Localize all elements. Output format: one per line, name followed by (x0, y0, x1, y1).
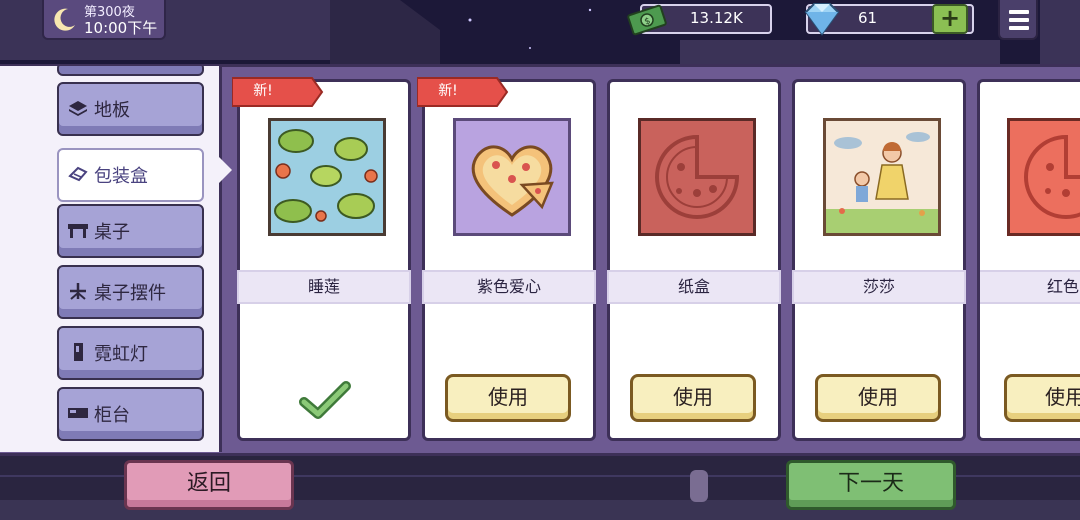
table-icon (68, 224, 88, 238)
item-name: 睡莲 (237, 270, 411, 304)
cash-icon: $ (627, 4, 667, 36)
menu-icon (1009, 18, 1029, 22)
item-card-paper-box[interactable]: 纸盒 使用 (607, 79, 781, 441)
item-name: 紫色爱心 (422, 270, 596, 304)
next-day-button[interactable]: 下一天 (786, 460, 956, 510)
category-label: 霓虹灯 (94, 344, 148, 365)
use-button[interactable]: 使用 (1004, 374, 1080, 422)
moon-icon (54, 8, 75, 31)
category-box[interactable]: 包装盒 (57, 148, 204, 202)
use-button[interactable]: 使用 (445, 374, 571, 422)
category-label: 包装盒 (94, 166, 148, 187)
purple-heart-box-thumbnail (453, 118, 571, 236)
item-card-lotus[interactable]: 新! 睡莲 (232, 77, 411, 441)
menu-button[interactable] (998, 0, 1038, 40)
item-name: 红色 (980, 270, 1080, 304)
check-icon (299, 381, 351, 419)
category-label: 地板 (94, 100, 130, 121)
neon-light-icon (74, 343, 83, 361)
floor-icon (69, 101, 87, 116)
use-button[interactable]: 使用 (815, 374, 941, 422)
category-floor[interactable]: 地板 (57, 82, 204, 136)
category-label: 桌子摆件 (94, 283, 166, 304)
diamond-icon (804, 3, 840, 36)
pizza-outline-icon (641, 121, 753, 233)
shasha-box-thumbnail (823, 118, 941, 236)
family-drawing-icon (826, 121, 938, 233)
category-sidebar: 地板 包装盒 桌子 桌子摆件 霓虹灯 柜台 (0, 66, 222, 452)
category-counter[interactable]: 柜台 (57, 387, 204, 441)
lotus-icon (271, 121, 383, 233)
new-badge: 新! (253, 83, 273, 99)
item-card-red[interactable]: 红色 使用 (977, 79, 1080, 441)
pizza-outline-icon (1010, 121, 1080, 233)
category-label: 柜台 (94, 405, 130, 426)
box-icon (68, 166, 88, 182)
category-label: 桌子 (94, 222, 130, 243)
menu-icon (1009, 26, 1029, 30)
paper-box-thumbnail (638, 118, 756, 236)
category-neon-light[interactable]: 霓虹灯 (57, 326, 204, 380)
back-button[interactable]: 返回 (124, 460, 294, 510)
item-name: 莎莎 (792, 270, 966, 304)
clock-time: 10:00下午 (84, 19, 158, 37)
counter-icon (68, 408, 88, 418)
cash-amount: 13.12K (690, 9, 743, 27)
category-table-ornament[interactable]: 桌子摆件 (57, 265, 204, 319)
category-table[interactable]: 桌子 (57, 204, 204, 258)
day-time-panel: 第300夜 10:00下午 (42, 0, 166, 40)
add-gems-button[interactable]: + (932, 4, 968, 34)
gem-amount: 61 (858, 9, 878, 27)
menu-icon (1009, 10, 1029, 14)
new-badge: 新! (438, 83, 458, 99)
red-box-thumbnail (1007, 118, 1080, 236)
item-card-purple-heart[interactable]: 新! 紫色爱心 使用 (417, 77, 596, 441)
item-card-shasha[interactable]: 莎莎 使用 (792, 79, 966, 441)
category-scroll-item[interactable] (57, 66, 204, 76)
use-button[interactable]: 使用 (630, 374, 756, 422)
heart-pizza-icon (456, 121, 568, 233)
item-name: 纸盒 (607, 270, 781, 304)
lotus-box-thumbnail (268, 118, 386, 236)
selected-category-pointer (218, 156, 232, 184)
table-ornament-icon (70, 283, 86, 300)
